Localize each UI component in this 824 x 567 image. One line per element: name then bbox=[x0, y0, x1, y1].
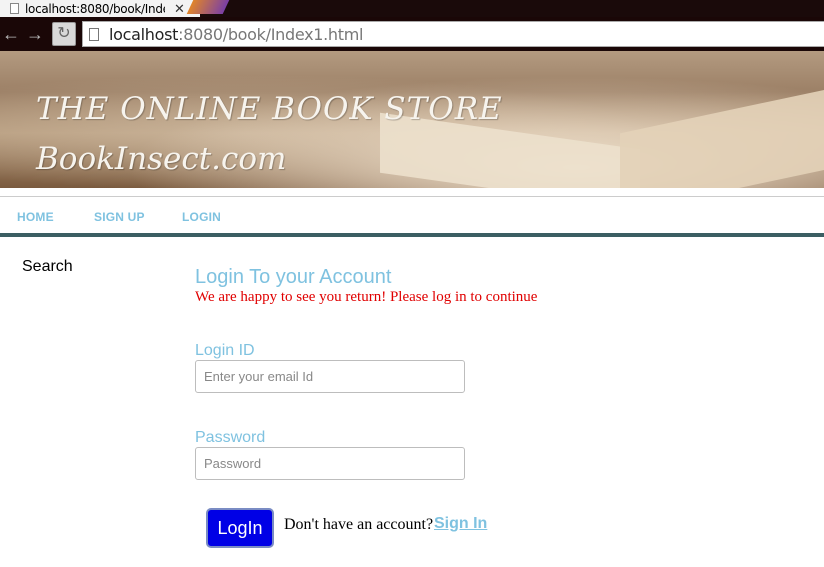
book-page-image bbox=[620, 88, 824, 188]
login-form-subtitle: We are happy to see you return! Please l… bbox=[195, 289, 538, 305]
login-button[interactable]: LogIn bbox=[206, 508, 274, 548]
back-arrow-icon[interactable]: ← bbox=[0, 23, 22, 45]
main-nav: HOME SIGN UP LOGIN bbox=[0, 196, 824, 234]
site-subtitle: BookInsect.com bbox=[36, 141, 287, 177]
login-id-label: Login ID bbox=[195, 342, 255, 359]
sign-in-link[interactable]: Sign In bbox=[434, 515, 487, 533]
browser-tab[interactable]: localhost:8080/book/Inde ✕ bbox=[0, 0, 200, 17]
address-bar[interactable]: localhost:8080/book/Index1.html bbox=[82, 21, 824, 47]
site-title: THE ONLINE BOOK STORE bbox=[36, 91, 503, 127]
url-text: localhost:8080/book/Index1.html bbox=[109, 25, 363, 44]
nav-sign-up[interactable]: SIGN UP bbox=[94, 210, 145, 224]
nav-login[interactable]: LOGIN bbox=[182, 210, 221, 224]
reload-icon[interactable]: ↻ bbox=[52, 22, 76, 46]
page-icon bbox=[89, 27, 99, 41]
page-favicon-icon bbox=[10, 3, 19, 14]
nav-home[interactable]: HOME bbox=[17, 210, 54, 224]
tab-title: localhost:8080/book/Inde bbox=[25, 1, 165, 16]
password-input[interactable] bbox=[195, 447, 465, 480]
no-account-text: Don't have an account? bbox=[284, 516, 434, 533]
login-form-title: Login To your Account bbox=[195, 266, 392, 288]
browser-toolbar: ← → ↻ localhost:8080/book/Index1.html bbox=[0, 17, 824, 51]
site-banner: THE ONLINE BOOK STORE BookInsect.com bbox=[0, 51, 824, 188]
password-label: Password bbox=[195, 429, 266, 446]
tab-close-icon[interactable]: ✕ bbox=[174, 0, 185, 17]
nav-divider bbox=[0, 233, 824, 237]
browser-tabstrip: localhost:8080/book/Inde ✕ bbox=[0, 0, 824, 17]
sidebar-search[interactable]: Search bbox=[22, 258, 73, 276]
url-path: :8080/book/Index1.html bbox=[178, 24, 364, 44]
new-tab-button[interactable] bbox=[186, 0, 230, 14]
login-id-input[interactable] bbox=[195, 360, 465, 393]
forward-arrow-icon[interactable]: → bbox=[24, 23, 46, 45]
url-host: localhost bbox=[109, 24, 179, 44]
